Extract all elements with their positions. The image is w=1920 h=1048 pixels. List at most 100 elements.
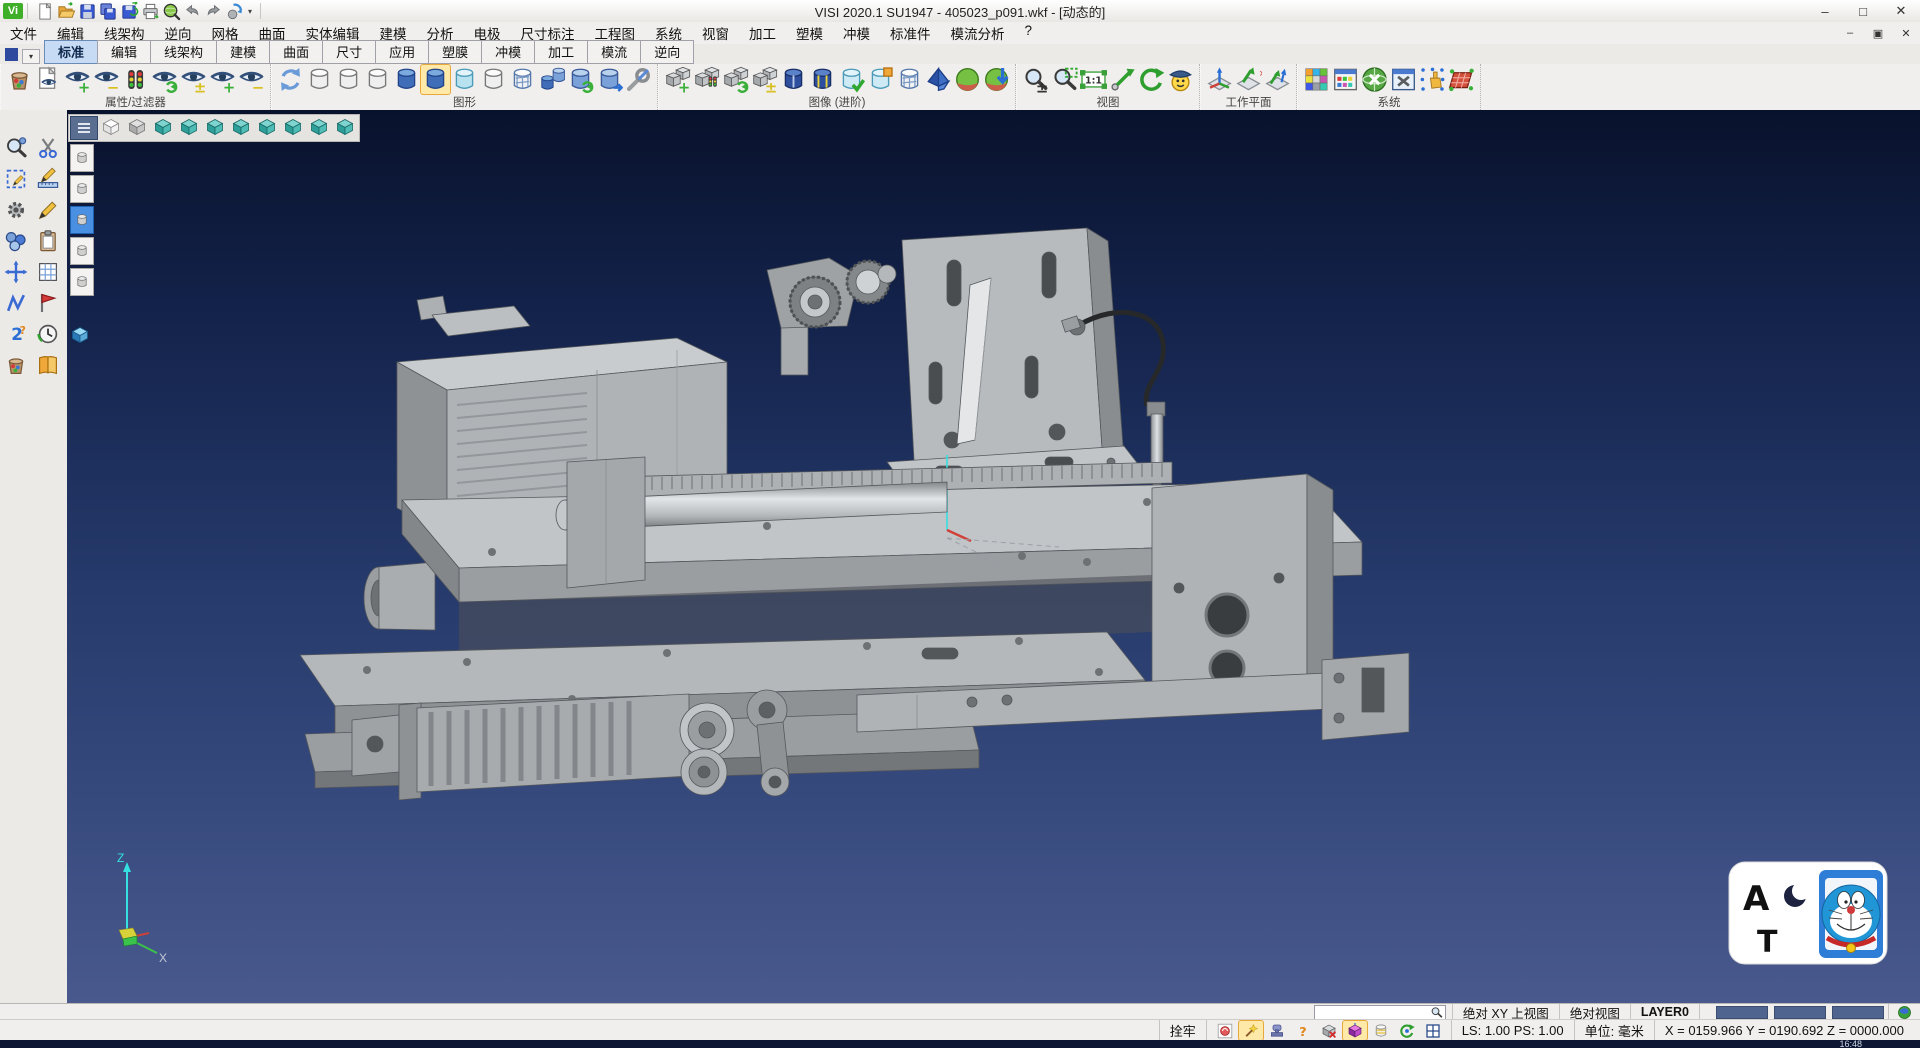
maximize-button[interactable]: □ — [1844, 1, 1882, 21]
color-palette-grid-icon[interactable] — [1302, 65, 1331, 94]
mini-cyl-1-button[interactable] — [70, 144, 94, 172]
tab-线架构[interactable]: 线架构 — [150, 40, 217, 64]
layer-indicator[interactable]: LAYER0 — [1630, 1004, 1699, 1020]
cad-model[interactable] — [300, 228, 1409, 800]
cubes-refresh-icon[interactable] — [721, 65, 750, 94]
pencil-icon[interactable] — [36, 198, 60, 222]
rotate-view-icon[interactable] — [1137, 65, 1166, 94]
minimize-button[interactable]: – — [1806, 1, 1844, 21]
cylinder-striped-icon[interactable] — [808, 65, 837, 94]
cube-iso-1-button[interactable] — [150, 116, 176, 138]
tab-逆向[interactable]: 逆向 — [640, 40, 694, 64]
menu-视窗[interactable]: 视窗 — [692, 21, 739, 45]
cube-iso-3-button[interactable] — [202, 116, 228, 138]
cube-flat-button[interactable] — [124, 116, 150, 138]
cylinder-outline-2-icon[interactable] — [334, 65, 363, 94]
tab-标准[interactable]: 标准 — [44, 40, 98, 64]
page-eye-icon[interactable] — [34, 65, 63, 94]
cubes-add-icon[interactable]: + — [663, 65, 692, 94]
cylinder-pair-icon[interactable] — [537, 65, 566, 94]
flag-icon[interactable] — [36, 291, 60, 315]
cylinder-check-icon[interactable] — [837, 65, 866, 94]
traffic-filter-icon[interactable] — [121, 65, 150, 94]
eye-remove-icon[interactable]: − — [92, 65, 121, 94]
cylinder-cyan-icon[interactable] — [450, 65, 479, 94]
close-button[interactable]: ✕ — [1882, 1, 1920, 21]
doc-minimize-button[interactable]: – — [1836, 25, 1864, 41]
mini-cyl-2-button[interactable] — [70, 175, 94, 203]
quick-access-dropdown-icon[interactable]: ▾ — [244, 7, 256, 16]
grid-plane-icon[interactable] — [1447, 65, 1476, 94]
tab-尺寸[interactable]: 尺寸 — [322, 40, 376, 64]
history-clock-icon[interactable] — [36, 322, 60, 346]
snap-hand-icon[interactable] — [1418, 65, 1447, 94]
color-swatch-2[interactable] — [1774, 1006, 1826, 1019]
menu-加工[interactable]: 加工 — [739, 21, 786, 45]
cube-iso-6-button[interactable] — [280, 116, 306, 138]
zoom-dynamic-icon[interactable]: ± — [1021, 65, 1050, 94]
color-swatch-3[interactable] — [1832, 1006, 1884, 1019]
eye-minus-icon[interactable]: − — [237, 65, 266, 94]
ucs-cube-button[interactable] — [1343, 1021, 1367, 1040]
cube-delete-button[interactable] — [1317, 1021, 1341, 1040]
sphere-arrow-icon[interactable] — [982, 65, 1011, 94]
lock-target-button[interactable] — [1213, 1021, 1237, 1040]
scissors-icon[interactable] — [36, 136, 60, 160]
cylinder-blue-icon[interactable] — [392, 65, 421, 94]
palette-attr-icon[interactable] — [5, 65, 34, 94]
menu-冲模[interactable]: 冲模 — [833, 21, 880, 45]
wrench-tools-icon[interactable] — [624, 65, 653, 94]
magic-wand-button[interactable] — [1239, 1021, 1263, 1040]
pan-view-icon[interactable] — [1108, 65, 1137, 94]
print-icon[interactable] — [141, 2, 160, 21]
mini-cyl-5-button[interactable] — [70, 268, 94, 296]
palette-icon[interactable] — [4, 353, 28, 377]
absolute-view-indicator[interactable]: 绝对视图 — [1559, 1004, 1630, 1020]
search-box[interactable] — [1314, 1005, 1446, 1020]
workplane-align-icon[interactable] — [1263, 65, 1292, 94]
eye-plusminus-icon[interactable]: ± — [179, 65, 208, 94]
window-colors-icon[interactable] — [1331, 65, 1360, 94]
refresh-blue-icon[interactable] — [276, 65, 305, 94]
help-button[interactable]: ? — [1291, 1021, 1315, 1040]
grid-sheet-icon[interactable] — [36, 260, 60, 284]
cylinder-outline-1-icon[interactable] — [305, 65, 334, 94]
cylinder-outline-3-icon[interactable] — [363, 65, 392, 94]
cube-wire-button[interactable] — [98, 116, 124, 138]
save-as-icon[interactable] — [99, 2, 118, 21]
cube-iso-4-button[interactable] — [228, 116, 254, 138]
save-icon[interactable] — [78, 2, 97, 21]
stamp-button[interactable] — [1265, 1021, 1289, 1040]
preview-icon[interactable] — [162, 2, 181, 21]
zoom-window-icon[interactable] — [1050, 65, 1079, 94]
cylinder-mesh-icon[interactable] — [895, 65, 924, 94]
mini-cube-icon[interactable] — [70, 325, 90, 345]
view-mode-indicator[interactable]: 绝对 XY 上视图 — [1452, 1004, 1559, 1020]
workplane-move-icon[interactable]: × — [1234, 65, 1263, 94]
cylinder-blue-selected-icon[interactable] — [421, 65, 450, 94]
sphere-shaded-icon[interactable] — [953, 65, 982, 94]
undo-icon[interactable] — [183, 2, 202, 21]
label-2-icon[interactable]: 2? — [4, 322, 28, 346]
window-tools-icon[interactable] — [1389, 65, 1418, 94]
doc-close-button[interactable]: ✕ — [1892, 25, 1920, 41]
workplane-axes-icon[interactable] — [1205, 65, 1234, 94]
cylinder-copy-icon[interactable] — [595, 65, 624, 94]
rotate-snap-button[interactable] — [1395, 1021, 1419, 1040]
menu-标准件[interactable]: 标准件 — [880, 21, 941, 45]
tab-冲模[interactable]: 冲模 — [481, 40, 535, 64]
globe-status-icon[interactable] — [1897, 1005, 1912, 1020]
clipboard-icon[interactable] — [36, 229, 60, 253]
eye-add-icon[interactable]: + — [63, 65, 92, 94]
zoom-select-icon[interactable] — [4, 136, 28, 160]
doc-restore-button[interactable]: ▣ — [1864, 25, 1892, 41]
spheres-icon[interactable] — [4, 229, 28, 253]
cylinder-refresh-icon[interactable] — [566, 65, 595, 94]
color-swatch-1[interactable] — [1716, 1006, 1768, 1019]
menu-文件[interactable]: 文件 — [0, 21, 47, 45]
cube-iso-8-button[interactable] — [332, 116, 358, 138]
eye-refresh-icon[interactable] — [150, 65, 179, 94]
cone-blue-icon[interactable] — [924, 65, 953, 94]
cylinder-outline-4-icon[interactable] — [479, 65, 508, 94]
new-file-icon[interactable] — [36, 2, 55, 21]
